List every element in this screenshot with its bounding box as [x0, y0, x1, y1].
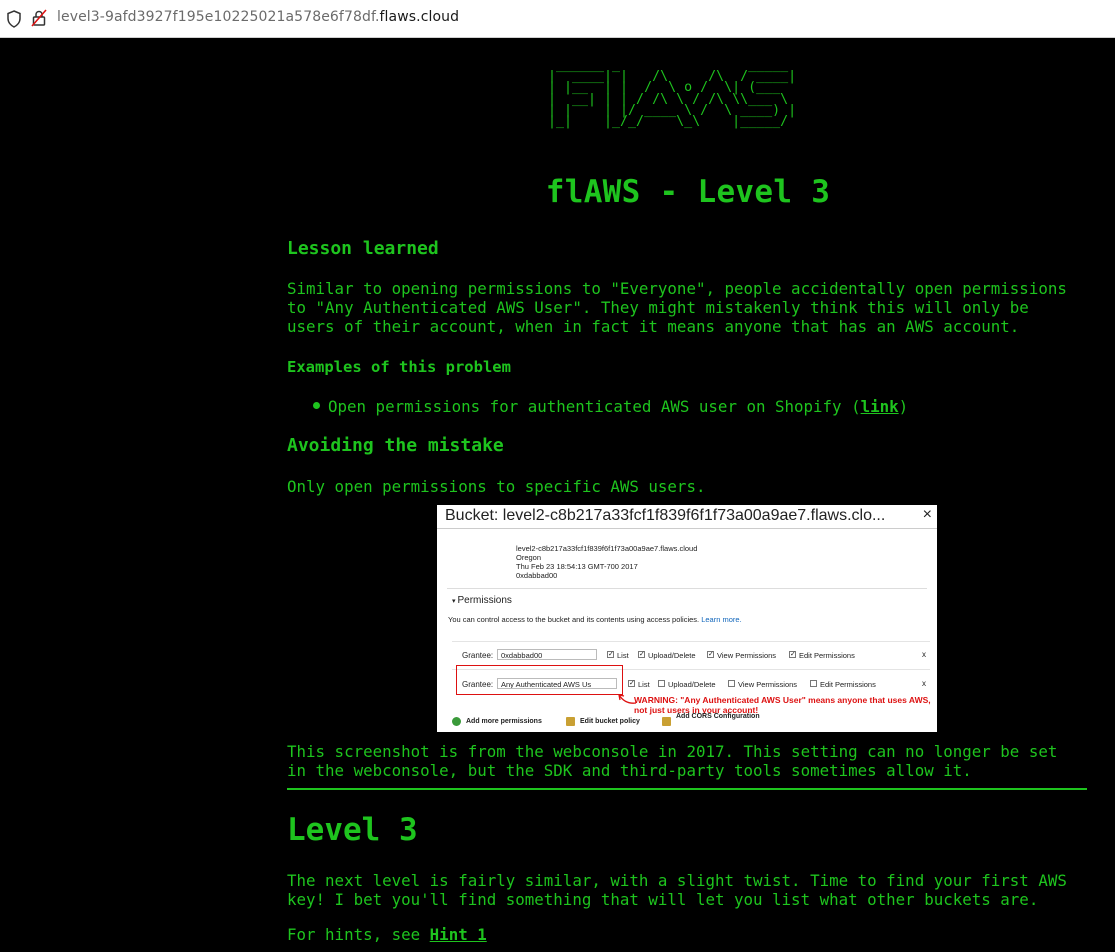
- lesson-heading: Lesson learned: [287, 238, 439, 259]
- remove-icon: x: [922, 679, 926, 688]
- bullet-icon: [313, 402, 320, 409]
- avoiding-text: Only open permissions to specific AWS us…: [287, 477, 706, 496]
- policy-icon: [566, 717, 575, 726]
- grantee-row: Grantee: 0xdabbad00 ✓ List ✓ Upload/Delete…: [452, 641, 930, 664]
- shopify-link[interactable]: link: [861, 397, 899, 416]
- divider: [447, 588, 927, 589]
- browser-url-bar[interactable]: level3-9afd3927f195e10225021a578e6f78df.…: [0, 0, 1115, 38]
- close-icon: ×: [922, 506, 932, 523]
- checkbox-unchecked-icon: [728, 680, 735, 687]
- checkbox-checked-icon: ✓: [707, 651, 714, 658]
- checkbox-checked-icon: ✓: [789, 651, 796, 658]
- shield-icon[interactable]: [6, 10, 22, 28]
- checkbox-checked-icon: ✓: [628, 680, 635, 687]
- url-prefix: level3-9afd3927f195e10225021a578e6f78df.: [57, 9, 380, 25]
- flaws-ascii-logo: ______ _ _____ | ____| | /\ /\ / ____| |…: [548, 58, 797, 130]
- aws-dialog-footer: Add more permissions Edit bucket policy …: [437, 710, 937, 732]
- url-text[interactable]: level3-9afd3927f195e10225021a578e6f78df.…: [57, 9, 459, 25]
- level-heading: Level 3: [287, 812, 418, 848]
- hints-line: For hints, see Hint 1: [287, 925, 487, 944]
- aws-dialog-header: Bucket: level2-c8b217a33fcf1f839f6f1f73a…: [437, 505, 937, 529]
- checkbox-unchecked-icon: [658, 680, 665, 687]
- divider: [287, 788, 1087, 790]
- hint-1-link[interactable]: Hint 1: [430, 925, 487, 944]
- highlight-box: [456, 665, 623, 695]
- list-item: Open permissions for authenticated AWS u…: [313, 397, 1113, 416]
- permissions-description: You can control access to the bucket and…: [448, 615, 742, 624]
- insecure-lock-icon[interactable]: [31, 9, 47, 27]
- avoiding-heading: Avoiding the mistake: [287, 435, 504, 456]
- add-icon: [452, 717, 461, 726]
- checkbox-checked-icon: ✓: [638, 651, 645, 658]
- checkbox-checked-icon: ✓: [607, 651, 614, 658]
- level-text: The next level is fairly similar, with a…: [287, 871, 1067, 909]
- cors-icon: [662, 717, 671, 726]
- aws-console-screenshot: Bucket: level2-c8b217a33fcf1f839f6f1f73a…: [437, 505, 937, 732]
- remove-icon: x: [922, 650, 926, 659]
- examples-heading: Examples of this problem: [287, 358, 511, 376]
- checkbox-unchecked-icon: [810, 680, 817, 687]
- permissions-section-title: ▾ Permissions: [452, 595, 512, 606]
- lesson-text: Similar to opening permissions to "Every…: [287, 279, 1067, 336]
- aws-dialog-title: Bucket: level2-c8b217a33fcf1f839f6f1f73a…: [445, 507, 886, 524]
- page-body: ______ _ _____ | ____| | /\ /\ / ____| |…: [0, 38, 1115, 952]
- page-title: flAWS - Level 3: [545, 174, 831, 210]
- url-domain: flaws.cloud: [379, 9, 460, 25]
- screenshot-note: This screenshot is from the webconsole i…: [287, 742, 1058, 780]
